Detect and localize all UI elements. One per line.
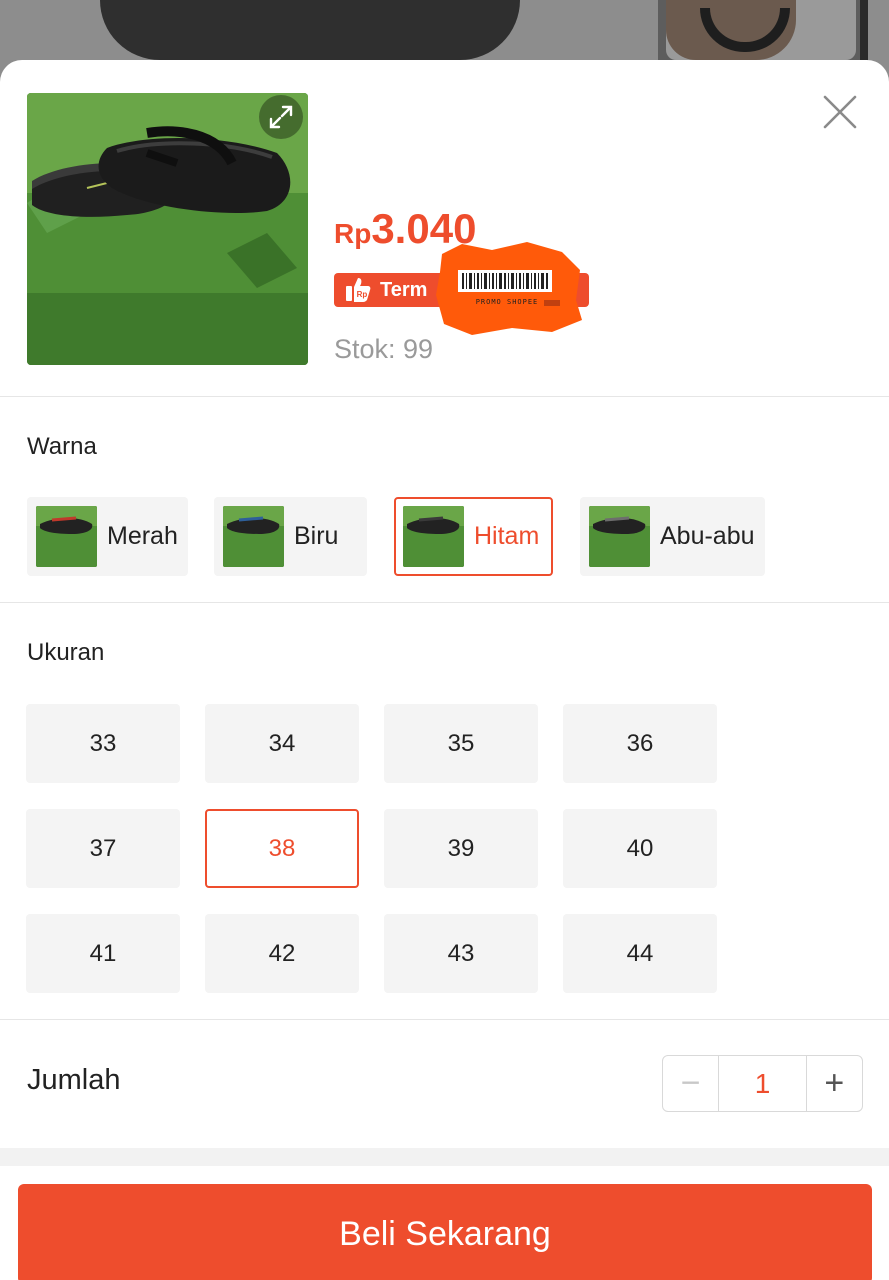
size-section-label: Ukuran	[27, 639, 105, 666]
quantity-value[interactable]: 1	[718, 1056, 807, 1111]
divider	[0, 396, 889, 397]
buy-now-button[interactable]: Beli Sekarang	[18, 1184, 872, 1280]
increase-quantity-button[interactable]: +	[807, 1056, 862, 1111]
rp-thumb-icon: Rp	[346, 278, 371, 302]
divider	[0, 1019, 889, 1020]
footer-separator	[0, 1148, 889, 1166]
color-option-merah[interactable]: Merah	[27, 497, 188, 576]
quantity-label: Jumlah	[27, 1064, 121, 1096]
size-option[interactable]: 33	[26, 704, 180, 783]
size-option[interactable]: 41	[26, 914, 180, 993]
size-option[interactable]: 35	[384, 704, 538, 783]
barcode-sticker	[436, 242, 582, 335]
size-option[interactable]: 43	[384, 914, 538, 993]
color-thumbnail	[223, 506, 284, 567]
promo-badge-text: Term	[380, 278, 428, 301]
color-option-label: Merah	[107, 522, 178, 550]
color-thumbnail	[589, 506, 650, 567]
expand-image-button[interactable]	[259, 95, 303, 139]
stock-text: Stok: 99	[334, 334, 434, 364]
variant-selection-sheet: Rp3.040 Rp Term PROMO SHOPEE Stok: 99 Wa…	[0, 60, 889, 1280]
color-thumbnail	[36, 506, 97, 567]
size-option[interactable]: 36	[563, 704, 717, 783]
close-button[interactable]	[818, 90, 862, 134]
size-option[interactable]: 39	[384, 809, 538, 888]
quantity-stepper: − 1 +	[662, 1055, 863, 1112]
color-section-label: Warna	[27, 433, 97, 460]
size-option[interactable]: 34	[205, 704, 359, 783]
color-option-label: Hitam	[474, 522, 540, 550]
size-option-selected[interactable]: 38	[205, 809, 359, 888]
expand-icon	[269, 105, 293, 129]
size-option[interactable]: 42	[205, 914, 359, 993]
decrease-quantity-button[interactable]: −	[663, 1056, 718, 1111]
color-option-label: Abu-abu	[660, 522, 755, 550]
background-sandal-shape	[100, 0, 520, 60]
price-currency: Rp	[334, 218, 372, 249]
color-option-biru[interactable]: Biru	[214, 497, 367, 576]
color-option-label: Biru	[294, 522, 339, 550]
sticker-text: PROMO SHOPEE	[475, 298, 539, 306]
color-option-hitam[interactable]: Hitam	[394, 497, 553, 576]
promo-sticker-overlay: PROMO SHOPEE	[432, 240, 584, 336]
color-thumbnail	[403, 506, 464, 567]
size-option[interactable]: 40	[563, 809, 717, 888]
size-option[interactable]: 37	[26, 809, 180, 888]
close-icon	[823, 95, 857, 129]
svg-text:Rp: Rp	[357, 290, 368, 299]
color-option-abu-abu[interactable]: Abu-abu	[580, 497, 765, 576]
size-option[interactable]: 44	[563, 914, 717, 993]
divider	[0, 602, 889, 603]
